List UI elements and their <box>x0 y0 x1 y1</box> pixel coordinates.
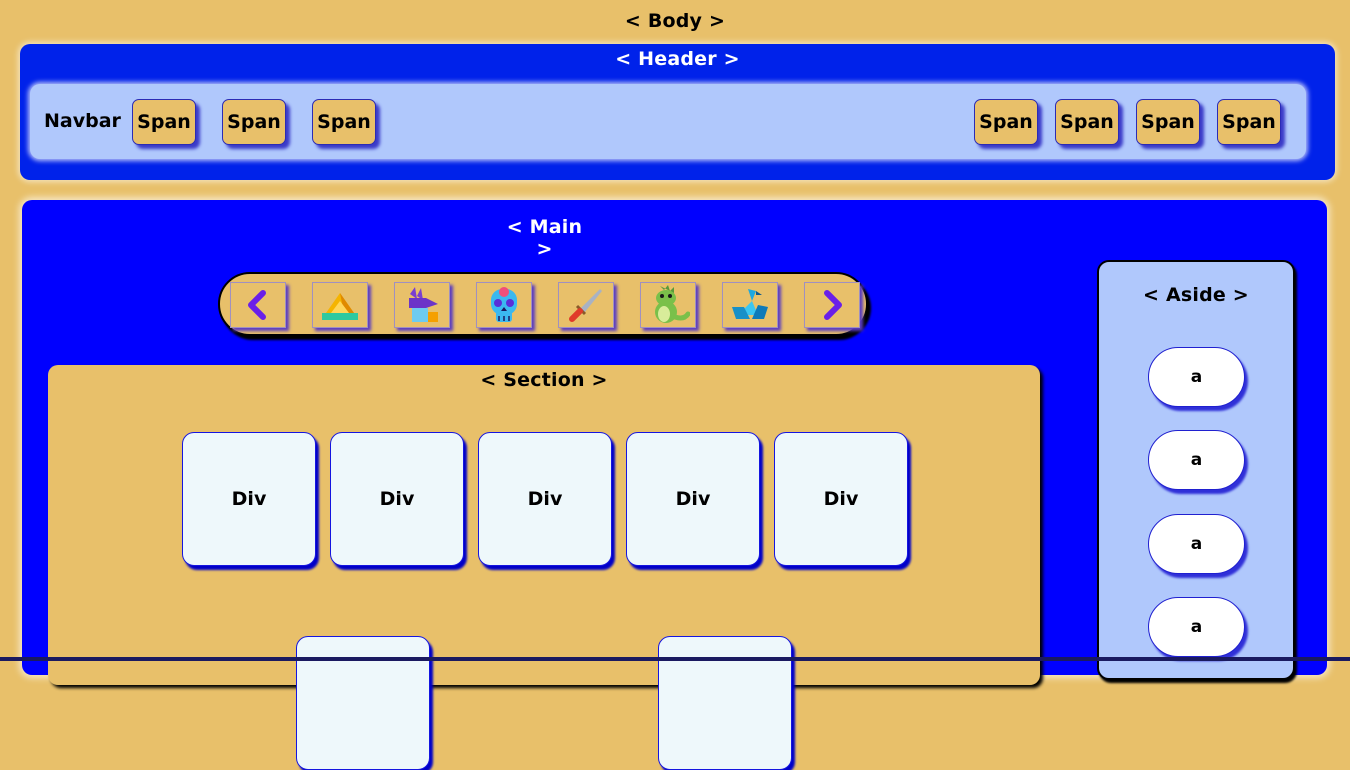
header-tag: < Header > <box>615 48 740 70</box>
nav-span-7[interactable]: Span <box>1217 99 1281 145</box>
dagger-icon[interactable] <box>558 282 614 328</box>
div-card-3[interactable]: Div <box>478 432 612 566</box>
aside-link-1[interactable]: a <box>1148 347 1245 407</box>
nav-span-1[interactable]: Span <box>132 99 196 145</box>
div-card-5[interactable]: Div <box>774 432 908 566</box>
div-card-1[interactable]: Div <box>182 432 316 566</box>
bottom-edge-bar <box>0 657 1350 661</box>
body-tag: < Body > <box>624 10 726 32</box>
nav-span-6[interactable]: Span <box>1136 99 1200 145</box>
anubis-icon[interactable] <box>394 282 450 328</box>
chevron-left-icon[interactable] <box>230 282 286 328</box>
pyramid-icon[interactable] <box>312 282 368 328</box>
nav-span-3[interactable]: Span <box>312 99 376 145</box>
aside: < Aside > a a a a <box>1097 260 1295 680</box>
aside-link-3[interactable]: a <box>1148 514 1245 574</box>
section-tag: < Section > <box>480 369 608 391</box>
div-card-2[interactable]: Div <box>330 432 464 566</box>
origami-bird-icon[interactable] <box>722 282 778 328</box>
navbar: Navbar Span Span Span Span Span Span Spa… <box>30 84 1306 159</box>
aside-link-2[interactable]: a <box>1148 430 1245 490</box>
div-card-4[interactable]: Div <box>626 432 760 566</box>
sugar-skull-icon[interactable] <box>476 282 532 328</box>
nav-span-4[interactable]: Span <box>974 99 1038 145</box>
dinosaur-icon[interactable] <box>640 282 696 328</box>
nav-span-2[interactable]: Span <box>222 99 286 145</box>
header: < Header > Navbar Span Span Span Span Sp… <box>20 44 1335 180</box>
section: < Section > Div Div Div Div Div <box>48 365 1040 770</box>
aside-tag: < Aside > <box>1143 284 1249 306</box>
main: < Main > < Section > Div Div Div Div Div… <box>22 200 1327 770</box>
icon-carousel <box>218 272 868 336</box>
aside-link-4[interactable]: a <box>1148 597 1245 657</box>
chevron-right-icon[interactable] <box>804 282 860 328</box>
main-tag: < Main > <box>506 216 583 260</box>
nav-span-5[interactable]: Span <box>1055 99 1119 145</box>
navbar-label: Navbar <box>44 110 121 132</box>
